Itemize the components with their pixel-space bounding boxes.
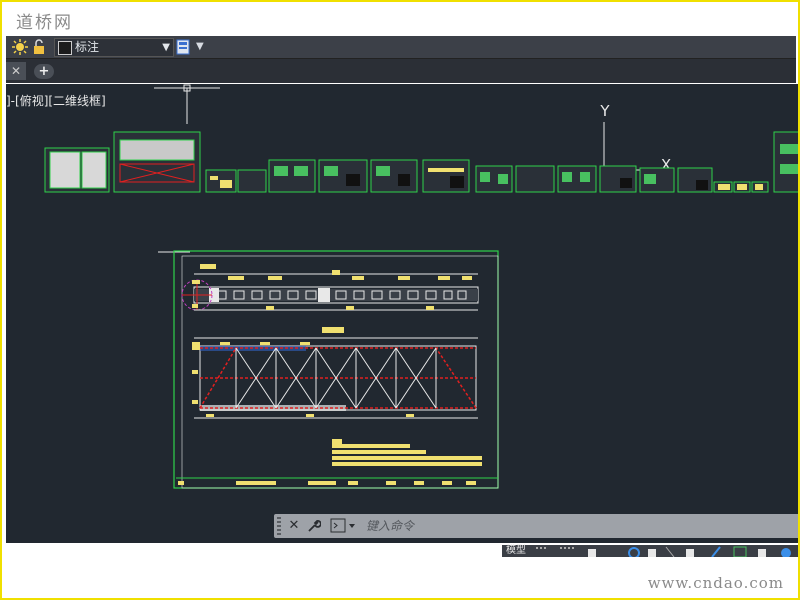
command-input[interactable]: 键入命令: [366, 517, 414, 535]
screenshot-frame: 道桥网 标注 ▼ ▼ ✕ + ]-[俯视][二维线框] Y X ✕ 键入命令 模…: [0, 0, 800, 600]
status-bar: [502, 545, 798, 557]
color-swatch-icon: [58, 41, 72, 55]
elevation-view: [194, 337, 478, 419]
crosshair-cursor: [154, 84, 220, 124]
wrench-icon[interactable]: [306, 517, 322, 535]
add-tab-button[interactable]: +: [34, 64, 54, 79]
layer-dropdown[interactable]: 标注 ▼: [54, 38, 174, 57]
watermark-url: www.cndao.com: [647, 574, 784, 592]
ucs-y-label: Y: [599, 102, 610, 120]
dropdown-arrow-icon: ▼: [162, 42, 170, 53]
sheet-thumbnail: [237, 169, 267, 193]
command-line[interactable]: ✕ 键入命令: [274, 514, 798, 538]
notes-block: [332, 439, 482, 466]
sun-icon[interactable]: [12, 39, 28, 55]
command-grip[interactable]: [277, 517, 281, 535]
model-tab[interactable]: 模型: [506, 545, 526, 557]
file-tab-bar: ✕ +: [6, 59, 796, 83]
layer-props-icon[interactable]: [176, 39, 190, 55]
close-tab-button[interactable]: ✕: [6, 62, 26, 80]
sheet-thumbnail: [515, 165, 555, 193]
layer-toolbar: 标注 ▼ ▼: [6, 36, 796, 59]
command-prompt-icon[interactable]: [330, 517, 358, 535]
main-sheet: [158, 250, 499, 489]
plan-view: [181, 273, 479, 311]
toolbar-more-arrow-icon[interactable]: ▼: [196, 39, 204, 55]
title-bar: [178, 481, 476, 485]
sheet-thumbnails: [44, 131, 798, 193]
drawing-canvas[interactable]: ]-[俯视][二维线框] Y X ✕ 键入命令: [6, 84, 798, 543]
drawing-svg: Y X: [44, 84, 798, 489]
layer-name: 标注: [75, 40, 100, 54]
close-icon[interactable]: ✕: [286, 517, 302, 535]
lock-icon[interactable]: [32, 39, 46, 55]
watermark-site-name: 道桥网: [16, 13, 73, 33]
sheet-thumbnail: [773, 131, 798, 193]
